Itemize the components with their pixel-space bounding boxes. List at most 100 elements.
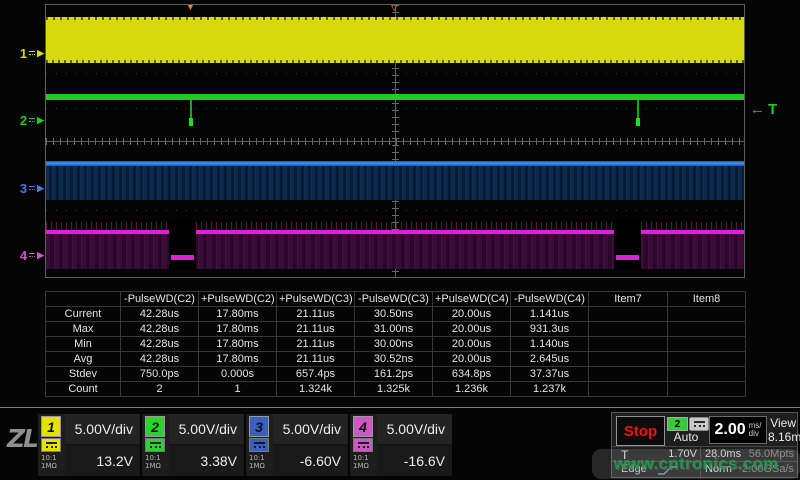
ch3-badge[interactable]: 3 bbox=[249, 416, 269, 437]
measurement-cell: 20.00us bbox=[433, 337, 511, 352]
ch2-marker-label: 2 bbox=[20, 113, 27, 128]
measurement-cell: 17.80ms bbox=[199, 337, 277, 352]
input-impedance: 1MΩ bbox=[41, 462, 63, 470]
ch3-marker-label: 3 bbox=[20, 181, 27, 196]
delay-reference-icon[interactable]: ▽ bbox=[390, 4, 398, 13]
row-label: Stdev bbox=[46, 367, 121, 382]
trigger-mode[interactable]: Auto bbox=[663, 430, 709, 444]
measurement-header[interactable]: -PulseWD(C3) bbox=[355, 292, 433, 307]
ch2-position-marker[interactable]: 2 ▶ bbox=[10, 112, 44, 128]
ch4-badge[interactable]: 4 bbox=[353, 416, 373, 437]
ch3-scale[interactable]: 5.00V/div bbox=[273, 414, 348, 445]
measurement-cell: 42.28us bbox=[121, 352, 199, 367]
ch4-scale[interactable]: 5.00V/div bbox=[377, 414, 452, 445]
ch1-settings-block[interactable]: 1 10:11MΩ 5.00V/div 13.2V bbox=[38, 414, 140, 476]
waveform-display: ▼ ▽ bbox=[45, 4, 745, 278]
measurement-cell: 42.28us bbox=[121, 322, 199, 337]
right-arrow-icon: ▶ bbox=[37, 250, 44, 261]
measurement-header[interactable]: -PulseWD(C2) bbox=[121, 292, 199, 307]
probe-ratio: 10:1 bbox=[145, 454, 167, 462]
trigger-level-label: T bbox=[768, 101, 777, 118]
dc-coupling-icon bbox=[29, 118, 35, 122]
ch4-marker-label: 4 bbox=[20, 248, 27, 263]
measurement-cell bbox=[589, 337, 668, 352]
measurement-header[interactable]: Item7 bbox=[589, 292, 668, 307]
ch2-pulse-tip bbox=[636, 118, 640, 126]
input-impedance: 1MΩ bbox=[249, 462, 271, 470]
dc-coupling-icon bbox=[29, 186, 35, 190]
ch1-badge[interactable]: 1 bbox=[41, 416, 61, 437]
right-arrow-icon: ▶ bbox=[37, 183, 44, 194]
measurement-cell: 17.80ms bbox=[199, 322, 277, 337]
measurement-cell: 2 bbox=[121, 382, 199, 397]
probe-ratio: 10:1 bbox=[353, 454, 375, 462]
ch2-trace bbox=[46, 94, 745, 100]
measurement-cell: 20.00us bbox=[433, 322, 511, 337]
measurement-header[interactable]: +PulseWD(C3) bbox=[277, 292, 355, 307]
ch1-scale[interactable]: 5.00V/div bbox=[65, 414, 140, 445]
ch2-settings-block[interactable]: 2 10:11MΩ 5.00V/div 3.38V bbox=[142, 414, 244, 476]
dc-coupling-icon bbox=[249, 438, 269, 452]
ch4-settings-block[interactable]: 4 10:11MΩ 5.00V/div -16.6V bbox=[350, 414, 452, 476]
measurement-cell bbox=[668, 367, 746, 382]
ch1-marker-label: 1 bbox=[20, 46, 27, 61]
measurement-cell bbox=[668, 307, 746, 322]
measurement-cell: 37.37us bbox=[511, 367, 589, 382]
ch3-offset[interactable]: -6.60V bbox=[273, 445, 348, 476]
ch3-settings-block[interactable]: 3 10:11MΩ 5.00V/div -6.60V bbox=[246, 414, 348, 476]
ch4-offset[interactable]: -16.6V bbox=[377, 445, 452, 476]
measurement-cell: 30.50ns bbox=[355, 307, 433, 322]
measurement-cell: 0.000s bbox=[199, 367, 277, 382]
measurement-cell: 42.28us bbox=[121, 337, 199, 352]
trigger-position-icon[interactable]: ▼ bbox=[185, 4, 196, 13]
trigger-source-badge[interactable]: 2 bbox=[667, 417, 688, 431]
ch2-offset[interactable]: 3.38V bbox=[169, 445, 244, 476]
bottom-bar-divider bbox=[0, 407, 800, 408]
ch3-position-marker[interactable]: 3 ▶ bbox=[10, 180, 44, 196]
measurement-cell bbox=[589, 322, 668, 337]
measurement-cell: 20.00us bbox=[433, 307, 511, 322]
measurement-header[interactable]: Item8 bbox=[668, 292, 746, 307]
ch2-pulse-tip bbox=[189, 118, 193, 126]
ch1-position-marker[interactable]: 1 ▶ bbox=[10, 45, 44, 61]
measurement-cell: 30.00ns bbox=[355, 337, 433, 352]
ch1-trace bbox=[46, 17, 745, 63]
trigger-level-marker[interactable]: ← T bbox=[750, 101, 777, 118]
row-label: Max bbox=[46, 322, 121, 337]
measurement-cell: 161.2ps bbox=[355, 367, 433, 382]
measurement-header[interactable]: +PulseWD(C2) bbox=[199, 292, 277, 307]
run-stop-button[interactable]: Stop bbox=[616, 416, 665, 446]
measurement-cell: 931.3us bbox=[511, 322, 589, 337]
view-box: View 8.16ms bbox=[768, 416, 796, 444]
table-row: Max 42.28us 17.80ms 21.11us 31.00ns 20.0… bbox=[46, 322, 746, 337]
probe-ratio: 10:1 bbox=[41, 454, 63, 462]
view-value: 8.16ms bbox=[768, 430, 796, 444]
row-label: Avg bbox=[46, 352, 121, 367]
measurement-header[interactable]: +PulseWD(C4) bbox=[433, 292, 511, 307]
measurement-cell: 2.645us bbox=[511, 352, 589, 367]
row-label: Min bbox=[46, 337, 121, 352]
measurement-cell: 17.80ms bbox=[199, 307, 277, 322]
ch1-offset[interactable]: 13.2V bbox=[65, 445, 140, 476]
divider bbox=[612, 446, 797, 447]
measurement-cell: 20.00us bbox=[433, 352, 511, 367]
probe-ratio: 10:1 bbox=[249, 454, 271, 462]
ch4-position-marker[interactable]: 4 ▶ bbox=[10, 247, 44, 263]
measurement-cell bbox=[589, 307, 668, 322]
row-label: Count bbox=[46, 382, 121, 397]
right-arrow-icon: ▶ bbox=[37, 48, 44, 59]
row-label: Current bbox=[46, 307, 121, 322]
dc-coupling-icon bbox=[29, 51, 35, 55]
ch4-low-gap bbox=[169, 220, 196, 270]
watermark: www.cntronics.com bbox=[592, 449, 800, 479]
ch2-badge[interactable]: 2 bbox=[145, 416, 165, 437]
ch3-trace bbox=[46, 161, 745, 166]
measurement-cell: 1.141us bbox=[511, 307, 589, 322]
measurement-cell bbox=[589, 352, 668, 367]
ch2-scale[interactable]: 5.00V/div bbox=[169, 414, 244, 445]
measurement-cell: 31.00ns bbox=[355, 322, 433, 337]
measurement-header[interactable]: -PulseWD(C4) bbox=[511, 292, 589, 307]
timebase-box[interactable]: 2.00 ms/div bbox=[709, 416, 767, 444]
measurement-cell bbox=[668, 337, 746, 352]
trigger-coupling-icon[interactable] bbox=[689, 417, 709, 431]
